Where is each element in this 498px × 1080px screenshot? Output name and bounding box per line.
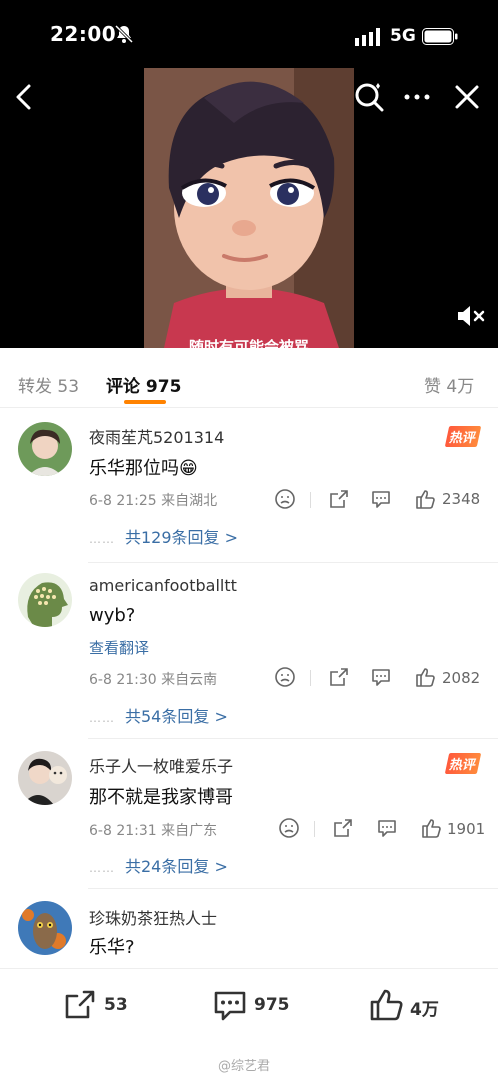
divider — [310, 670, 311, 686]
more-icon[interactable] — [400, 80, 434, 114]
comment-text: 乐华那位吗😁 — [89, 458, 198, 479]
tab-bar: 转发 53 评论 975 赞 4万 — [0, 350, 498, 408]
status-time: 22:00 — [50, 22, 117, 46]
close-icon[interactable] — [450, 80, 484, 114]
tab-active-indicator — [124, 400, 166, 404]
status-bar: 22:00 5G — [0, 0, 498, 60]
dislike-icon[interactable] — [274, 666, 296, 688]
bottom-action-bar: 53 975 4万 @综艺君 — [0, 968, 498, 1080]
avatar[interactable] — [18, 573, 72, 627]
tab-repost[interactable]: 转发 53 — [18, 372, 79, 397]
comment-count: 975 — [254, 995, 290, 1015]
hot-comment-badge: 热评 — [444, 753, 482, 774]
repost-button[interactable]: 53 — [62, 987, 142, 1023]
avatar[interactable] — [18, 751, 72, 805]
signal-icon — [355, 28, 380, 46]
comment-meta: 6-8 21:31 来自广东 — [89, 823, 218, 839]
comment-text: 那不就是我家博哥 — [89, 787, 233, 808]
avatar[interactable] — [18, 901, 72, 955]
tab-likes[interactable]: 赞 4万 — [424, 372, 474, 397]
bell-muted-icon — [114, 24, 134, 44]
reply-dots: …… — [89, 532, 115, 546]
reply-dots: …… — [89, 711, 115, 725]
repost-icon — [65, 990, 95, 1019]
video-player[interactable]: 随时有可能会被骂 — [144, 68, 354, 348]
comment-item: 夜雨苼芃5201314 热评 乐华那位吗😁 6-8 21:25 来自湖北 234… — [0, 408, 498, 564]
divider — [310, 492, 311, 508]
view-replies-link[interactable]: …… 共129条回复 > — [89, 524, 238, 548]
tab-comments[interactable]: 评论 975 — [106, 372, 181, 397]
video-caption: 随时有可能会被骂 — [188, 338, 309, 348]
comment-username[interactable]: 夜雨苼芃5201314 — [89, 424, 224, 448]
dislike-icon[interactable] — [278, 817, 300, 839]
battery-icon — [422, 28, 458, 45]
back-icon[interactable] — [10, 80, 40, 114]
like-icon[interactable] — [414, 488, 436, 510]
view-replies-link[interactable]: …… 共54条回复 > — [89, 703, 228, 727]
comment-username[interactable]: 乐子人一枚唯爱乐子 — [89, 753, 233, 777]
search-icon[interactable] — [352, 80, 386, 114]
comment-button[interactable]: 975 — [212, 987, 302, 1023]
repost-icon[interactable] — [332, 817, 354, 839]
watermark: @综艺君 — [218, 1059, 271, 1074]
video-frame-image — [144, 68, 354, 348]
replies-count: 共24条回复 > — [125, 857, 228, 876]
comment-username[interactable]: 珍珠奶茶狂热人士 — [89, 905, 217, 929]
comment-username[interactable]: americanfootballtt — [89, 576, 237, 595]
comment-icon[interactable] — [376, 817, 398, 839]
translate-link[interactable]: 查看翻译 — [89, 637, 149, 658]
like-icon — [370, 989, 403, 1021]
replies-count: 共54条回复 > — [125, 707, 228, 726]
dislike-icon[interactable] — [274, 488, 296, 510]
comment-meta: 6-8 21:25 来自湖北 — [89, 493, 218, 509]
comment-meta: 6-8 21:30 来自云南 — [89, 672, 218, 688]
hot-comment-badge: 热评 — [444, 426, 482, 447]
repost-count: 53 — [104, 995, 128, 1015]
replies-count: 共129条回复 > — [125, 528, 239, 547]
avatar[interactable] — [18, 422, 72, 476]
comment-item: 珍珠奶茶狂热人士 乐华? — [0, 889, 498, 969]
like-button[interactable]: 4万 — [368, 987, 458, 1023]
comment-icon[interactable] — [370, 488, 392, 510]
like-icon[interactable] — [420, 817, 442, 839]
divider — [314, 821, 315, 837]
comment-icon[interactable] — [370, 666, 392, 688]
like-icon[interactable] — [414, 666, 436, 688]
like-count: 2082 — [442, 669, 481, 687]
repost-icon[interactable] — [328, 666, 350, 688]
comment-icon — [214, 991, 246, 1021]
like-count: 1901 — [447, 820, 486, 838]
video-header: 22:00 5G 随时有可能会被骂 — [0, 0, 498, 348]
like-count: 2348 — [442, 490, 481, 508]
comment-item: 乐子人一枚唯爱乐子 热评 那不就是我家博哥 6-8 21:31 来自广东 190… — [0, 739, 498, 889]
repost-icon[interactable] — [328, 488, 350, 510]
comment-text: 乐华? — [89, 937, 135, 958]
reply-dots: …… — [89, 861, 115, 875]
view-replies-link[interactable]: …… 共24条回复 > — [89, 853, 228, 877]
comment-item: americanfootballtt wyb? 查看翻译 6-8 21:30 来… — [0, 563, 498, 739]
comment-text: wyb? — [89, 605, 136, 626]
network-type: 5G — [390, 26, 416, 46]
mute-icon[interactable] — [455, 302, 487, 330]
like-count-total: 4万 — [410, 1000, 439, 1020]
